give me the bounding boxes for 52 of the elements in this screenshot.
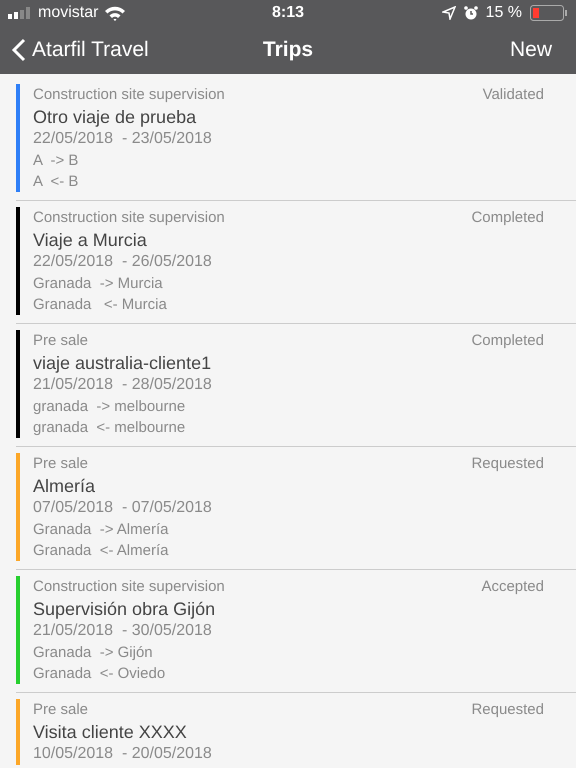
- trip-title: Almería: [33, 475, 96, 497]
- trip-route: Granada -> Murcia: [33, 274, 164, 294]
- trip-item[interactable]: Pre sale Requested Almería 07/05/2018 - 07/05/2018 Granada -> Almería Granada <- Almería: [16, 447, 576, 570]
- trip-route: Granada -> Almería: [33, 520, 170, 540]
- battery-icon: [530, 5, 568, 21]
- trip-dates: 22/05/2018 - 26/05/2018: [33, 252, 213, 272]
- battery-percent: 15 %: [486, 3, 522, 23]
- trip-dates: 22/05/2018 - 23/05/2018: [33, 129, 213, 149]
- trip-category: Pre sale: [33, 331, 88, 351]
- trip-status: Requested: [471, 700, 544, 720]
- trip-route: Granada -> Gijón: [33, 643, 154, 663]
- trip-status: Completed: [471, 331, 544, 351]
- location-arrow-icon: [442, 6, 456, 20]
- back-button[interactable]: Atarfil Travel: [12, 34, 149, 66]
- trip-dates: 21/05/2018 - 30/05/2018: [33, 621, 213, 641]
- wifi-icon: [104, 5, 126, 21]
- chevron-left-icon: [12, 38, 26, 62]
- signal-icon: [8, 7, 32, 19]
- alarm-clock-icon: [464, 6, 478, 20]
- trip-status: Validated: [482, 85, 544, 105]
- trip-route: granada -> melbourne: [33, 397, 186, 417]
- trip-title: Visita cliente XXXX: [33, 721, 188, 743]
- trip-route: granada <- melbourne: [33, 418, 186, 438]
- trip-category: Construction site supervision: [33, 208, 225, 228]
- trip-status: Requested: [471, 454, 544, 474]
- trip-category: Pre sale: [33, 454, 88, 474]
- page-title: Trips: [262, 37, 314, 64]
- trip-dates: 10/05/2018 - 20/05/2018: [33, 744, 213, 764]
- carrier-name: movistar: [38, 3, 98, 23]
- trip-route: A -> B: [33, 151, 80, 171]
- trip-item[interactable]: Construction site supervision Accepted Supervisión obra Gijón 21/05/2018 - 30/05/2018 Granada -> Gijón Granada <- Oviedo: [16, 570, 576, 693]
- new-button[interactable]: New: [510, 34, 564, 66]
- trip-title: viaje australia-cliente1: [33, 352, 212, 374]
- trip-route: A <- B: [33, 172, 80, 192]
- trip-dates: 21/05/2018 - 28/05/2018: [33, 375, 213, 395]
- trip-title: Viaje a Murcia: [33, 229, 148, 251]
- trip-status: Accepted: [481, 577, 544, 597]
- trip-category: Construction site supervision: [33, 85, 225, 105]
- trip-status: Completed: [471, 208, 544, 228]
- clock-time: 8:13: [270, 3, 306, 23]
- trip-item[interactable]: Pre sale Completed viaje australia-cliente1 21/05/2018 - 28/05/2018 granada -> melbourne granada <- melbourne: [16, 324, 576, 447]
- trip-title: Supervisión obra Gijón: [33, 598, 216, 620]
- trip-dates: 07/05/2018 - 07/05/2018: [33, 498, 213, 518]
- trip-title: Otro viaje de prueba: [33, 106, 198, 128]
- trip-route: Granada <- Almería: [33, 541, 170, 561]
- trip-item[interactable]: Construction site supervision Completed Viaje a Murcia 22/05/2018 - 26/05/2018 Granada -> Murcia Granada <- Murcia: [16, 201, 576, 324]
- trip-category: Construction site supervision: [33, 577, 225, 597]
- trip-route: Granada <- Murcia: [33, 295, 168, 315]
- trip-route: Granada <- Oviedo: [33, 664, 166, 684]
- trip-item[interactable]: Construction site supervision Validated Otro viaje de prueba 22/05/2018 - 23/05/2018 A -> B A <- B: [16, 78, 576, 201]
- trip-item[interactable]: Pre sale Requested Visita cliente XXXX 10/05/2018 - 20/05/2018: [16, 693, 576, 768]
- trip-category: Pre sale: [33, 700, 88, 720]
